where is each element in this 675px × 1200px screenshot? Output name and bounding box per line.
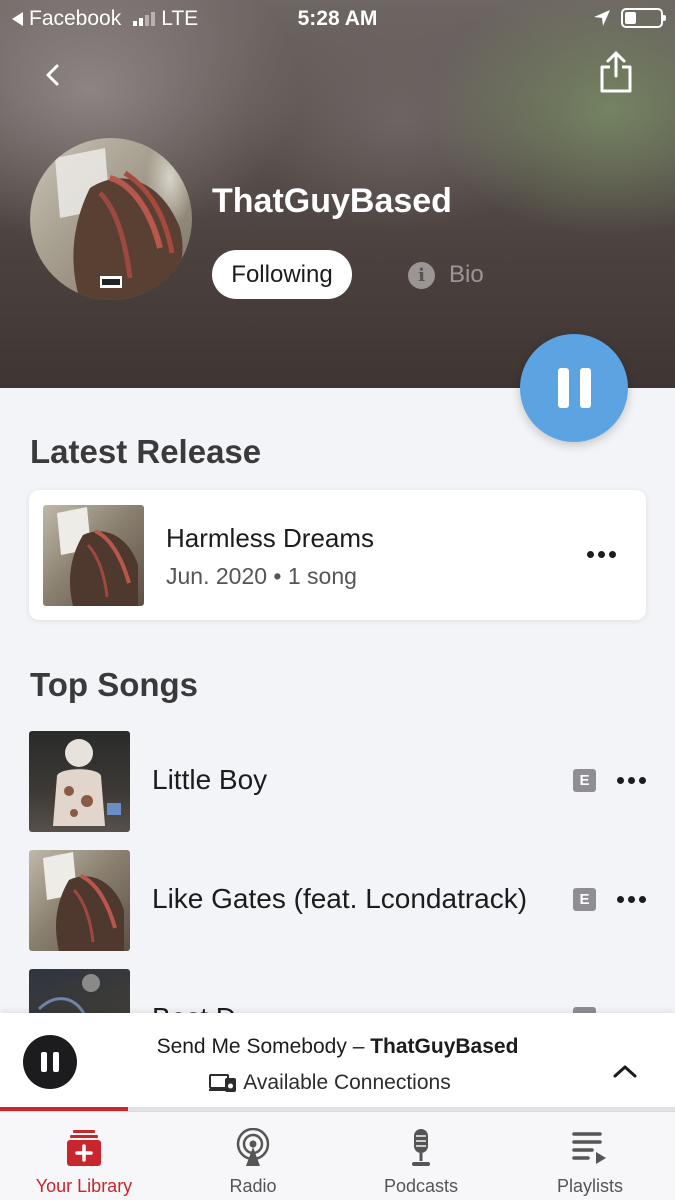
song-more-icon[interactable] bbox=[617, 777, 646, 784]
song-title: Like Gates (feat. Lcondatrack) bbox=[152, 883, 528, 914]
connections-label: Available Connections bbox=[243, 1071, 451, 1094]
chevron-up-icon[interactable] bbox=[612, 1063, 638, 1079]
artist-avatar bbox=[30, 138, 192, 300]
following-button[interactable]: Following bbox=[212, 250, 352, 299]
song-row[interactable]: Like Gates (feat. Lcondatrack) E bbox=[0, 849, 675, 951]
tab-label: Your Library bbox=[35, 1176, 133, 1196]
tab-podcasts[interactable]: Podcasts bbox=[337, 1112, 505, 1200]
bio-label: Bio bbox=[449, 261, 484, 288]
tab-bar: Your Library Radio Podcasts Playlists bbox=[0, 1111, 675, 1200]
mini-player[interactable]: Send Me Somebody – ThatGuyBased Availabl… bbox=[0, 1013, 675, 1109]
song-artwork-icon bbox=[53, 739, 121, 826]
playback-progress-bar bbox=[0, 1107, 675, 1111]
bio-button[interactable]: i Bio bbox=[408, 258, 484, 292]
release-artwork bbox=[43, 505, 144, 606]
artist-header: Facebook LTE 5:28 AM ThatGuyBased Follow… bbox=[0, 0, 675, 388]
explicit-badge: E bbox=[573, 769, 596, 792]
top-songs-heading: Top Songs bbox=[30, 666, 199, 703]
avatar-photo-icon bbox=[55, 148, 183, 300]
now-playing-artist: ThatGuyBased bbox=[370, 1035, 519, 1058]
artist-name: ThatGuyBased bbox=[212, 182, 452, 220]
latest-release-card[interactable]: Harmless Dreams Jun. 2020 • 1 song bbox=[29, 490, 646, 620]
tab-label: Playlists bbox=[556, 1176, 623, 1196]
tab-label: Podcasts bbox=[383, 1176, 459, 1196]
share-icon[interactable] bbox=[596, 50, 636, 94]
status-time: 5:28 AM bbox=[297, 7, 378, 30]
release-artwork-icon bbox=[57, 507, 138, 606]
song-artwork bbox=[29, 731, 130, 832]
devices-icon bbox=[209, 1074, 237, 1092]
now-playing-separator: – bbox=[346, 1035, 371, 1058]
tab-playlists[interactable]: Playlists bbox=[506, 1112, 674, 1200]
play-pause-button[interactable] bbox=[520, 334, 628, 442]
library-icon bbox=[67, 1130, 101, 1166]
tab-your-library[interactable]: Your Library bbox=[0, 1112, 168, 1200]
song-more-icon[interactable] bbox=[617, 896, 646, 903]
status-right bbox=[593, 8, 666, 28]
status-bar: Facebook LTE 5:28 AM bbox=[0, 0, 675, 38]
now-playing-track: Send Me Somebody bbox=[156, 1035, 347, 1058]
back-chevron-icon[interactable] bbox=[38, 60, 68, 90]
location-arrow-icon bbox=[594, 10, 610, 26]
song-title: Little Boy bbox=[152, 764, 268, 795]
song-artwork bbox=[29, 850, 130, 951]
tab-label: Radio bbox=[229, 1176, 277, 1196]
radio-icon bbox=[236, 1128, 270, 1166]
latest-release-heading: Latest Release bbox=[30, 433, 262, 470]
pause-bar-right bbox=[579, 368, 591, 408]
now-playing-text: Send Me Somebody – ThatGuyBased bbox=[0, 1035, 675, 1059]
playlist-icon bbox=[572, 1132, 606, 1164]
release-more-icon[interactable] bbox=[587, 551, 616, 558]
explicit-badge: E bbox=[573, 888, 596, 911]
tab-radio[interactable]: Radio bbox=[169, 1112, 337, 1200]
song-artwork-icon bbox=[43, 852, 124, 951]
battery-icon bbox=[621, 8, 666, 28]
playback-progress-fill bbox=[0, 1107, 129, 1111]
info-icon: i bbox=[408, 261, 435, 289]
release-meta: Jun. 2020 • 1 song bbox=[166, 563, 357, 589]
release-title: Harmless Dreams bbox=[166, 523, 375, 553]
microphone-icon bbox=[412, 1129, 430, 1166]
pause-bar-left bbox=[557, 368, 569, 408]
available-connections-link[interactable]: Available Connections bbox=[0, 1071, 660, 1095]
song-row[interactable]: Little Boy E bbox=[0, 730, 675, 832]
